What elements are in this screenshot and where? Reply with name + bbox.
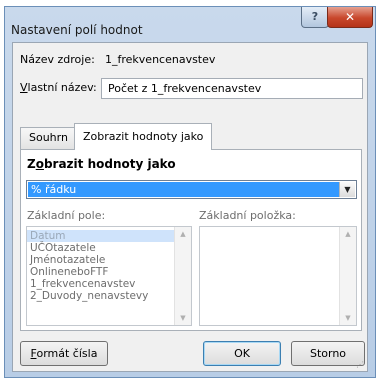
- dialog-title: Nastavení polí hodnot: [11, 23, 143, 37]
- base-field-scrollbar[interactable]: ▲ ▼: [174, 227, 191, 325]
- help-button[interactable]: ?: [301, 7, 329, 28]
- title-bar: Nastavení polí hodnot ? ✕: [5, 7, 375, 41]
- source-name-value: 1_frekvencenavstev: [105, 53, 216, 66]
- custom-name-input[interactable]: Počet z 1_frekvencenavstev: [101, 78, 363, 99]
- custom-name-value: Počet z 1_frekvencenavstev: [108, 82, 262, 95]
- list-item[interactable]: Jménotazatele: [27, 254, 174, 266]
- scroll-down-icon[interactable]: ▼: [175, 311, 191, 325]
- scroll-up-icon[interactable]: ▲: [340, 227, 356, 241]
- scroll-down-icon[interactable]: ▼: [340, 311, 356, 325]
- list-item[interactable]: Datum: [27, 230, 174, 242]
- help-icon: ?: [311, 10, 319, 23]
- section-title: Zobrazit hodnoty jako: [27, 157, 176, 171]
- scroll-up-icon[interactable]: ▲: [175, 227, 191, 241]
- show-values-as-select[interactable]: % řádku ▼: [26, 180, 357, 199]
- list-item[interactable]: OnlineneboFTF: [27, 266, 174, 278]
- tab-show-values-as[interactable]: Zobrazit hodnoty jako: [74, 123, 213, 150]
- dialog-client-area: Název zdroje: 1_frekvencenavstev Vlastní…: [12, 42, 368, 372]
- list-item[interactable]: UČOtazatele: [27, 242, 174, 254]
- close-icon: ✕: [344, 10, 356, 24]
- source-name-label: Název zdroje:: [20, 53, 95, 66]
- resize-grip[interactable]: ⋰: [356, 360, 366, 370]
- ok-button[interactable]: OK: [203, 341, 281, 366]
- number-format-label: ormát čísla: [36, 347, 98, 360]
- tab-show-values-as-label: Zobrazit hodnoty jako: [83, 130, 204, 143]
- cancel-button[interactable]: Storno: [291, 341, 365, 366]
- value-field-settings-dialog: Nastavení polí hodnot ? ✕ Název zdroje: …: [4, 6, 376, 378]
- list-item[interactable]: 1_frekvencenavstev: [27, 278, 174, 290]
- show-values-as-value: % řádku: [28, 182, 339, 197]
- section-title-pre: Z: [27, 157, 36, 171]
- number-format-button[interactable]: Formát čísla: [20, 341, 108, 366]
- ok-label: OK: [234, 347, 250, 360]
- tab-summary-label: Souhrn: [29, 131, 68, 144]
- base-field-label: Základní pole:: [27, 209, 106, 222]
- base-item-list[interactable]: ▲ ▼: [199, 226, 357, 326]
- tab-summary[interactable]: Souhrn: [20, 127, 77, 149]
- section-title-rest: brazit hodnoty jako: [43, 157, 176, 171]
- custom-name-label-rest: lastní název:: [27, 81, 97, 94]
- base-item-scrollbar[interactable]: ▲ ▼: [339, 227, 356, 325]
- close-button[interactable]: ✕: [327, 7, 373, 28]
- custom-name-label: Vlastní název:: [20, 81, 97, 94]
- tab-panel-show-values-as: Zobrazit hodnoty jako % řádku ▼ Základní…: [20, 149, 362, 331]
- base-field-list[interactable]: Datum UČOtazatele Jménotazatele OnlineneboF…: [26, 226, 192, 326]
- base-field-items: Datum UČOtazatele Jménotazatele OnlineneboF…: [27, 227, 174, 302]
- base-item-label: Základní položka:: [199, 209, 296, 222]
- chevron-down-icon[interactable]: ▼: [339, 182, 355, 197]
- cancel-label: Storno: [309, 347, 347, 360]
- list-item[interactable]: 2_Duvody_nenavstevy: [27, 290, 174, 302]
- section-title-accel: o: [35, 157, 44, 171]
- custom-name-accel: V: [20, 81, 28, 94]
